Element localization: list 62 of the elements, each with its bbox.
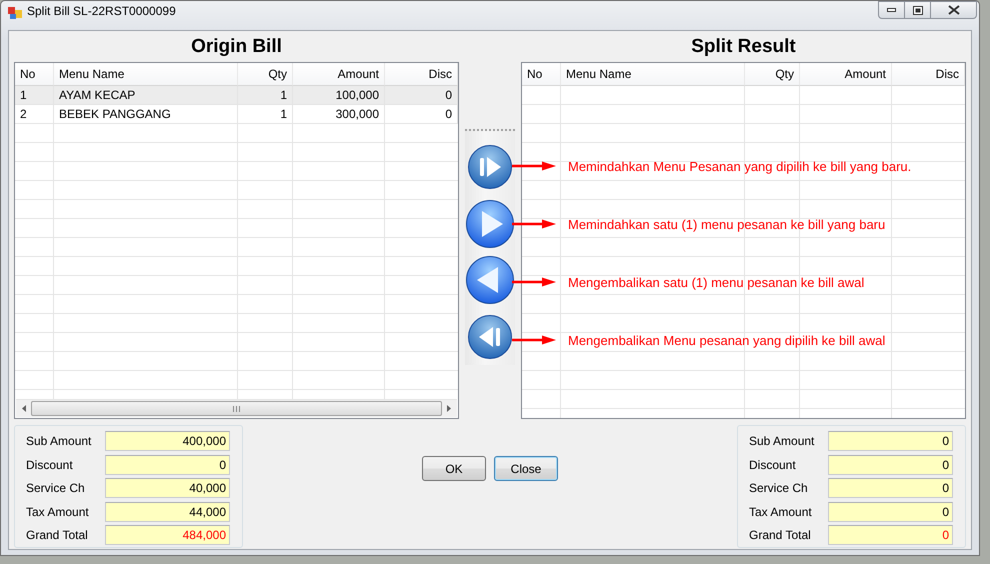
annotation-text: Mengembalikan Menu pesanan yang dipilih ke bill awal <box>568 332 886 348</box>
pointer-arrow <box>512 161 556 171</box>
total-field[interactable]: 44,000 <box>104 502 230 522</box>
total-field[interactable]: 0 <box>828 431 953 451</box>
total-label: Sub Amount <box>749 434 816 448</box>
total-field[interactable]: 0 <box>828 502 953 522</box>
pointer-arrow <box>512 277 556 287</box>
total-label: Tax Amount <box>749 504 813 518</box>
table-cell: 1 <box>238 105 293 124</box>
pointer-arrow <box>512 335 556 345</box>
total-label: Grand Total <box>749 528 812 542</box>
column-header[interactable]: Qty <box>745 63 800 86</box>
table-cell: 100,000 <box>293 86 385 105</box>
total-field[interactable]: 484,000 <box>104 525 230 545</box>
scroll-left-icon[interactable] <box>20 404 29 413</box>
scroll-right-icon[interactable] <box>444 404 453 413</box>
table-cell: 300,000 <box>293 105 385 124</box>
dialog-button[interactable]: Close <box>494 456 558 481</box>
section-title: Split Result <box>690 36 797 59</box>
close-icon <box>948 5 960 15</box>
scrollbar-thumb[interactable] <box>31 401 442 416</box>
total-label: Discount <box>26 458 74 472</box>
window-title: Split Bill SL-22RST0000099 <box>27 4 176 18</box>
annotation-text: Memindahkan satu (1) menu pesanan ke bill yang baru <box>568 216 886 232</box>
annotation-text: Memindahkan Menu Pesanan yang dipilih ke bill yang baru. <box>568 158 912 174</box>
total-label: Service Ch <box>26 481 86 495</box>
app-icon <box>7 5 23 21</box>
maximize-button[interactable] <box>905 1 931 19</box>
total-label: Sub Amount <box>26 434 92 448</box>
total-label: Grand Total <box>26 528 89 542</box>
minimize-button[interactable] <box>878 1 905 19</box>
table-row[interactable]: 2 BEBEK PANGGANG 1 300,000 0 <box>15 105 458 124</box>
table-cell: 2 <box>15 105 54 124</box>
close-window-button[interactable] <box>931 1 977 19</box>
horizontal-scrollbar[interactable] <box>16 399 457 417</box>
total-field[interactable]: 40,000 <box>104 478 230 498</box>
table-cell: 1 <box>15 86 54 105</box>
column-header[interactable]: Disc <box>892 63 965 86</box>
total-label: Discount <box>749 458 797 472</box>
section-title: Origin Bill <box>190 36 283 59</box>
total-field[interactable]: 0 <box>104 454 230 474</box>
table-cell: AYAM KECAP <box>54 86 238 105</box>
total-field[interactable]: 0 <box>828 525 953 545</box>
column-header[interactable]: No <box>522 63 561 86</box>
maximize-icon <box>912 6 922 14</box>
dialog-button[interactable]: OK <box>422 456 486 481</box>
total-field[interactable]: 400,000 <box>104 431 230 451</box>
table-cell: 0 <box>385 86 458 105</box>
total-field[interactable]: 0 <box>828 478 953 498</box>
column-header[interactable]: Menu Name <box>561 63 745 86</box>
grip-icon <box>233 406 240 412</box>
column-header[interactable]: Amount <box>800 63 892 86</box>
total-field[interactable]: 0 <box>828 454 953 474</box>
table-row[interactable]: 1 AYAM KECAP 1 100,000 0 <box>15 86 458 105</box>
table-cell: BEBEK PANGGANG <box>54 105 238 124</box>
total-label: Service Ch <box>749 481 809 495</box>
minimize-icon <box>887 8 896 12</box>
table-cell: 1 <box>238 86 293 105</box>
table-cell: 0 <box>385 105 458 124</box>
pointer-arrow <box>512 219 556 229</box>
annotation-text: Mengembalikan satu (1) menu pesanan ke bill awal <box>568 274 864 290</box>
total-label: Tax Amount <box>26 504 90 518</box>
